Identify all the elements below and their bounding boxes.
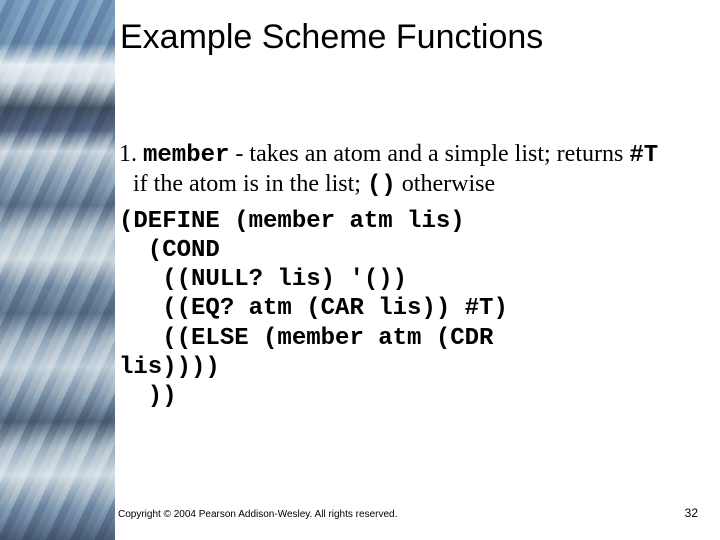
copyright-text: Copyright © 2004 Pearson Addison-Wesley.… <box>118 509 397 520</box>
function-description: 1. member - takes an atom and a simple l… <box>105 140 675 201</box>
page-number: 32 <box>685 506 698 520</box>
slide: Example Scheme Functions 1. member - tak… <box>0 0 720 540</box>
list-number: 1. <box>119 141 137 167</box>
desc-text-2: if the atom is in the list; <box>133 171 367 197</box>
return-true: #T <box>629 142 658 169</box>
desc-text-1: - takes an atom and a simple list; retur… <box>229 141 629 167</box>
code-block: (DEFINE (member atm lis) (COND ((NULL? l… <box>105 207 675 412</box>
slide-body: 1. member - takes an atom and a simple l… <box>105 140 675 411</box>
sidebar-mountain-image <box>0 0 115 540</box>
return-false: () <box>367 172 396 199</box>
desc-text-3: otherwise <box>396 171 495 197</box>
function-name: member <box>143 142 229 169</box>
slide-title: Example Scheme Functions <box>120 18 543 57</box>
